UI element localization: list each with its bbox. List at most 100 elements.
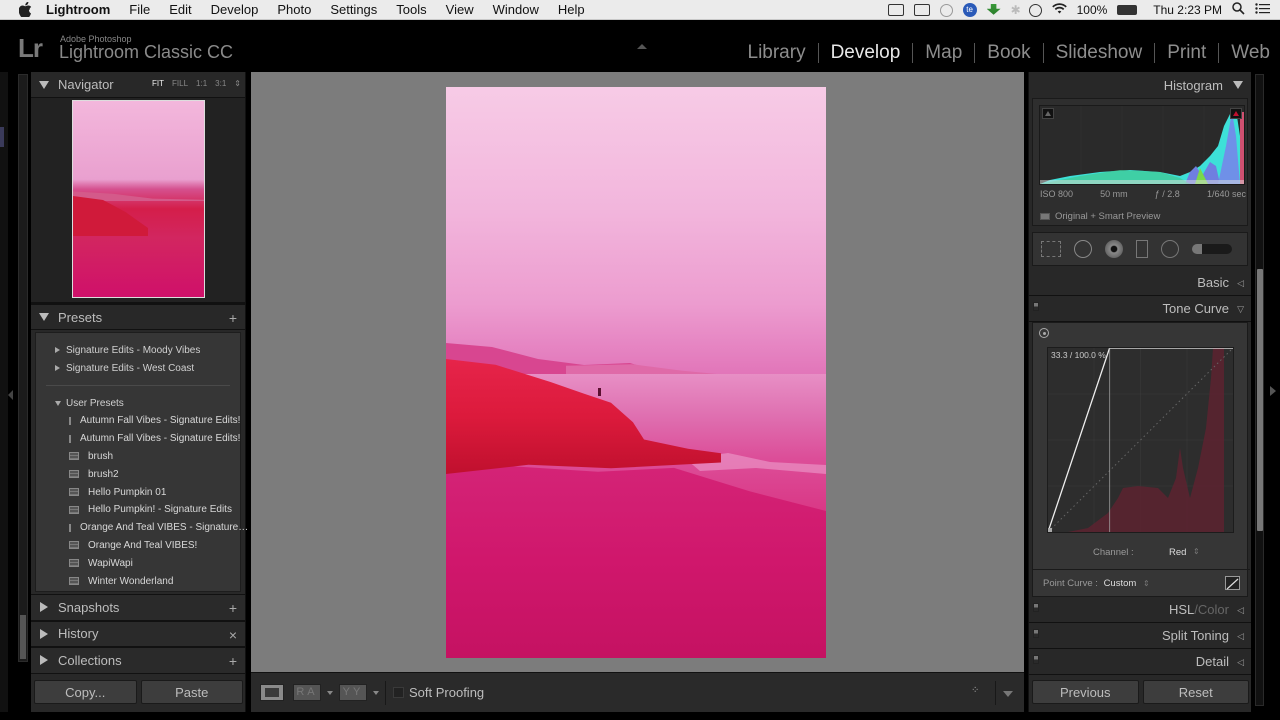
menu-window[interactable]: Window [493, 2, 539, 17]
calendar-app-icon[interactable] [913, 4, 930, 16]
clock-icon[interactable] [939, 3, 953, 17]
bluetooth-icon[interactable]: ✱ [1011, 4, 1021, 16]
top-panel-collapse-icon[interactable] [637, 44, 647, 49]
graduated-filter-icon[interactable] [1136, 240, 1148, 258]
panel-toggle-switch[interactable] [1033, 629, 1039, 638]
hsl-title[interactable]: HSL [1169, 602, 1194, 617]
targeted-adjustment-icon[interactable] [1039, 328, 1049, 338]
detail-section-header[interactable]: Detail ◁ [1029, 649, 1251, 675]
add-preset-icon[interactable]: + [229, 310, 237, 326]
before-after-button[interactable]: RA [293, 684, 321, 701]
preset-folder-west-coast[interactable]: Signature Edits - West Coast [36, 359, 240, 377]
panel-toggle-switch[interactable] [1033, 302, 1039, 311]
preset-item[interactable]: Orange And Teal VIBES - Signature… [36, 519, 248, 537]
zoom-1-1[interactable]: 1:1 [196, 79, 207, 88]
menu-tools[interactable]: Tools [396, 2, 426, 17]
tone-curve-graph[interactable]: 33.3 / 100.0 % [1047, 347, 1234, 533]
left-scrollbar-thumb[interactable] [20, 615, 26, 659]
paste-settings-button[interactable]: Paste [140, 680, 243, 704]
preset-item[interactable]: Orange And Teal VIBES! [36, 537, 240, 555]
menu-app-lightroom[interactable]: Lightroom [46, 2, 110, 17]
soft-proofing-checkbox[interactable] [393, 687, 404, 698]
disclosure-right-icon[interactable] [40, 628, 48, 639]
text-expander-icon[interactable]: te [962, 3, 977, 17]
module-print[interactable]: Print [1167, 42, 1206, 64]
menu-settings[interactable]: Settings [330, 2, 377, 17]
module-book[interactable]: Book [987, 42, 1030, 64]
battery-icon[interactable] [1117, 5, 1138, 15]
channel-stepper-icon[interactable]: ⇕ [1193, 547, 1200, 556]
menu-develop[interactable]: Develop [211, 2, 259, 17]
presets-header[interactable]: Presets + [31, 304, 245, 330]
preset-item[interactable]: WapiWapi [36, 554, 240, 572]
previous-button[interactable]: Previous [1032, 680, 1139, 704]
disclosure-right-icon[interactable] [55, 365, 60, 371]
color-title[interactable]: Color [1198, 602, 1229, 617]
disclosure-down-icon[interactable] [1233, 81, 1243, 89]
histogram-graph[interactable] [1039, 105, 1245, 185]
time-machine-icon[interactable] [1028, 3, 1042, 17]
right-panel-scrollbar[interactable] [1255, 74, 1264, 706]
channel-value[interactable]: Red [1169, 547, 1186, 558]
toolbar-content-menu-icon[interactable] [1003, 691, 1013, 697]
navigator-header[interactable]: Navigator FIT FILL 1:1 3:1 ⇕ [31, 72, 245, 98]
preset-item[interactable]: Autumn Fall Vibes - Signature Edits! [36, 412, 240, 430]
hsl-color-section-header[interactable]: HSL / Color ◁ [1029, 597, 1251, 623]
module-web[interactable]: Web [1231, 42, 1270, 64]
module-develop[interactable]: Develop [831, 42, 901, 64]
zoom-stepper-icon[interactable]: ⇕ [234, 79, 241, 88]
point-curve-stepper-icon[interactable]: ⇕ [1143, 579, 1150, 588]
apple-icon[interactable] [18, 2, 32, 18]
disclosure-down-icon[interactable] [39, 313, 49, 321]
radial-filter-icon[interactable] [1161, 240, 1179, 258]
menu-photo[interactable]: Photo [277, 2, 311, 17]
screen-record-icon[interactable] [887, 4, 904, 16]
left-panel-scrollbar[interactable] [18, 74, 28, 662]
basic-section-header[interactable]: Basic ◁ [1029, 270, 1251, 296]
highlight-clipping-icon[interactable] [1230, 108, 1242, 119]
right-panel-collapse-icon[interactable] [1270, 386, 1276, 396]
swap-dropdown-icon[interactable] [373, 691, 379, 695]
spot-removal-icon[interactable] [1074, 240, 1092, 258]
snapshots-header[interactable]: Snapshots + [31, 594, 245, 621]
before-after-dropdown-icon[interactable] [327, 691, 333, 695]
wifi-icon[interactable] [1051, 3, 1067, 17]
collections-header[interactable]: Collections + [31, 647, 245, 674]
module-slideshow[interactable]: Slideshow [1056, 42, 1143, 64]
panel-toggle-switch[interactable] [1033, 655, 1039, 664]
left-panel-collapse-icon[interactable] [8, 390, 13, 400]
split-toning-section-header[interactable]: Split Toning ◁ [1029, 623, 1251, 649]
preset-item[interactable]: Hello Pumpkin 01 [36, 483, 240, 501]
history-header[interactable]: History × [31, 620, 245, 647]
panel-toggle-switch[interactable] [1033, 603, 1039, 612]
image-canvas[interactable] [251, 72, 1024, 672]
add-collection-icon[interactable]: + [229, 653, 237, 669]
zoom-fit[interactable]: FIT [152, 79, 164, 88]
disclosure-right-icon[interactable] [55, 347, 60, 353]
download-icon[interactable] [986, 4, 1001, 15]
navigator-thumbnail[interactable] [72, 100, 205, 298]
red-eye-correction-icon[interactable] [1105, 240, 1123, 258]
clear-history-icon[interactable]: × [229, 627, 237, 643]
disclosure-right-icon[interactable] [40, 655, 48, 666]
preset-folder-moody-vibes[interactable]: Signature Edits - Moody Vibes [36, 341, 240, 359]
preset-item[interactable]: brush2 [36, 465, 240, 483]
copy-settings-button[interactable]: Copy... [34, 680, 137, 704]
preset-item[interactable]: Autumn Fall Vibes - Signature Edits! [36, 430, 240, 448]
preset-item[interactable]: Hello Pumpkin! - Signature Edits [36, 501, 240, 519]
disclosure-down-icon[interactable] [39, 80, 49, 89]
point-curve-selector[interactable]: Point Curve : Custom ⇕ [1043, 578, 1150, 589]
right-scrollbar-thumb[interactable] [1257, 269, 1263, 531]
module-library[interactable]: Library [748, 42, 806, 64]
menu-help[interactable]: Help [558, 2, 585, 17]
menu-edit[interactable]: Edit [169, 2, 191, 17]
menu-view[interactable]: View [446, 2, 474, 17]
loupe-view-button[interactable] [260, 684, 284, 701]
clock-text[interactable]: Thu 2:23 PM [1153, 3, 1222, 17]
shadow-clipping-icon[interactable] [1042, 108, 1054, 119]
main-photo[interactable] [446, 87, 826, 658]
disclosure-down-icon[interactable] [55, 400, 61, 406]
tone-curve-section-header[interactable]: Tone Curve ▽ [1029, 296, 1251, 322]
soft-proofing-label[interactable]: Soft Proofing [409, 685, 484, 700]
adjustment-brush-icon[interactable] [1192, 244, 1232, 254]
